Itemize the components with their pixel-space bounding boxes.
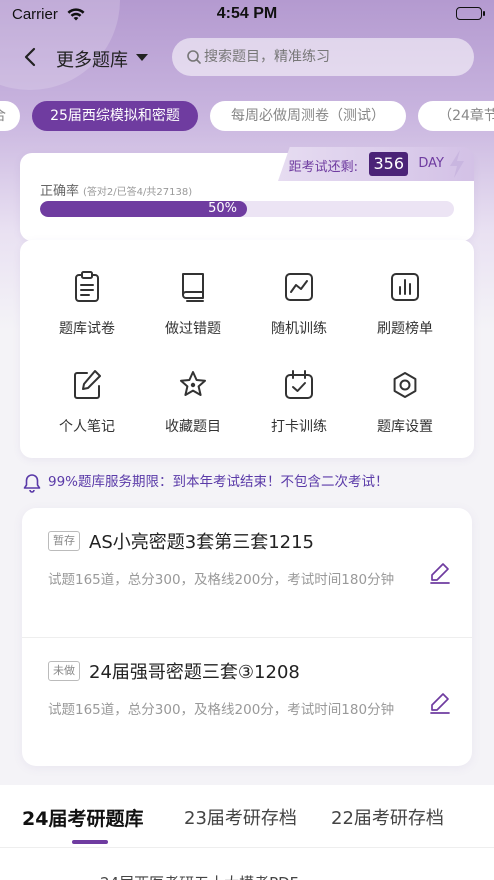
notice-text: 99%题库服务期限：到本年考试结束！不包含二次考试！	[48, 474, 389, 490]
calendar-check-icon	[285, 370, 313, 399]
accuracy-percent: 50%	[208, 201, 237, 216]
feature-label: 题库试卷	[59, 321, 115, 337]
tab-24-bank[interactable]: 24届考研题库	[22, 804, 143, 831]
bar-chart-icon	[391, 273, 419, 301]
feature-label: 个人笔记	[59, 419, 115, 435]
tab-partial-left[interactable]: 合	[0, 101, 20, 131]
list-item[interactable]: 未做 24届强哥密题三套③1208 试题165道，总分300，及格线200分，考…	[22, 637, 472, 766]
clock: 4:54 PM	[216, 5, 278, 22]
exam-countdown: 距考试还剩: 356 DAY	[274, 147, 474, 183]
feature-label: 题库设置	[377, 419, 433, 435]
tab-25-west[interactable]: 25届西综模拟和密题	[32, 101, 198, 131]
search-input[interactable]	[204, 38, 464, 76]
paper-title: AS小亮密题3套第三套1215	[89, 532, 314, 553]
accuracy-label: 正确率 (答对2/已答4/共27138)	[40, 180, 192, 199]
bell-icon	[23, 474, 41, 493]
paper-description: 试题165道，总分300，及格线200分，考试时间180分钟	[48, 702, 395, 718]
feature-label: 打卡训练	[271, 419, 327, 435]
paper-description: 试题165道，总分300，及格线200分，考试时间180分钟	[48, 572, 395, 588]
list-item-partial[interactable]: 24届西医考研五十大模考PDF	[100, 872, 298, 880]
countdown-unit: DAY	[418, 156, 444, 171]
tab-23-archive[interactable]: 23届考研存档	[184, 804, 297, 830]
bank-selector-title[interactable]: 更多题库	[56, 46, 128, 72]
feature-item-checkin[interactable]: 打卡训练	[246, 358, 352, 448]
tab-24-chapter[interactable]: （24章节	[418, 101, 494, 131]
status-bar: Carrier 4:54 PM	[0, 0, 494, 30]
feature-item-wrong[interactable]: 做过错题	[140, 260, 246, 350]
list-item[interactable]: 暂存 AS小亮密题3套第三套1215 试题165道，总分300，及格线200分，…	[22, 508, 472, 637]
status-badge: 暂存	[48, 531, 80, 551]
lightning-icon	[448, 149, 466, 183]
feature-grid: 题库试卷 做过错题 随机训练 刷题榜单 个人笔记 收藏题目 打卡训练 题库设置	[20, 240, 474, 458]
accuracy-stats: (答对2/已答4/共27138)	[83, 187, 193, 198]
feature-item-notes[interactable]: 个人笔记	[34, 358, 140, 448]
tab-weekly-test[interactable]: 每周必做周测卷（测试）	[210, 101, 406, 131]
accuracy-card: 距考试还剩: 356 DAY 正确率 (答对2/已答4/共27138) 50%	[20, 147, 474, 241]
pencil-icon[interactable]	[428, 690, 452, 718]
book-icon	[182, 273, 204, 302]
bank-tabs-section: 24届考研题库 23届考研存档 22届考研存档 24届西医考研五十大模考PDF	[0, 785, 494, 880]
feature-label: 做过错题	[165, 321, 221, 337]
search-bar[interactable]	[172, 38, 474, 76]
back-icon[interactable]	[18, 44, 44, 70]
caret-down-icon[interactable]	[136, 54, 148, 61]
paper-title: 24届强哥密题三套③1208	[89, 662, 300, 683]
star-icon	[180, 371, 206, 396]
countdown-days: 356	[369, 152, 408, 176]
trend-chart-icon	[285, 273, 313, 301]
feature-item-favorites[interactable]: 收藏题目	[140, 358, 246, 448]
note-edit-icon	[74, 370, 101, 399]
tab-22-archive[interactable]: 22届考研存档	[331, 804, 444, 830]
search-icon	[187, 50, 201, 64]
active-tab-indicator	[72, 840, 108, 844]
countdown-label: 距考试还剩:	[288, 160, 358, 175]
clipboard-icon	[75, 271, 99, 302]
divider	[0, 847, 494, 848]
category-tabs: 合 25届西综模拟和密题 每周必做周测卷（测试） （24章节	[0, 101, 494, 133]
accuracy-title: 正确率	[40, 184, 80, 199]
feature-item-settings[interactable]: 题库设置	[352, 358, 458, 448]
accuracy-progress-bar: 50%	[40, 201, 454, 217]
feature-label: 刷题榜单	[377, 321, 433, 337]
paper-list: 暂存 AS小亮密题3套第三套1215 试题165道，总分300，及格线200分，…	[22, 508, 472, 766]
feature-item-random[interactable]: 随机训练	[246, 260, 352, 350]
feature-item-ranking[interactable]: 刷题榜单	[352, 260, 458, 350]
battery-icon	[456, 7, 485, 20]
service-notice: 99%题库服务期限：到本年考试结束！不包含二次考试！	[22, 470, 472, 494]
status-badge: 未做	[48, 661, 80, 681]
feature-label: 随机训练	[271, 321, 327, 337]
nav-bar: 更多题库	[0, 36, 494, 80]
feature-item-papers[interactable]: 题库试卷	[34, 260, 140, 350]
gear-icon	[393, 372, 417, 398]
pencil-icon[interactable]	[428, 560, 452, 588]
feature-label: 收藏题目	[165, 419, 221, 435]
